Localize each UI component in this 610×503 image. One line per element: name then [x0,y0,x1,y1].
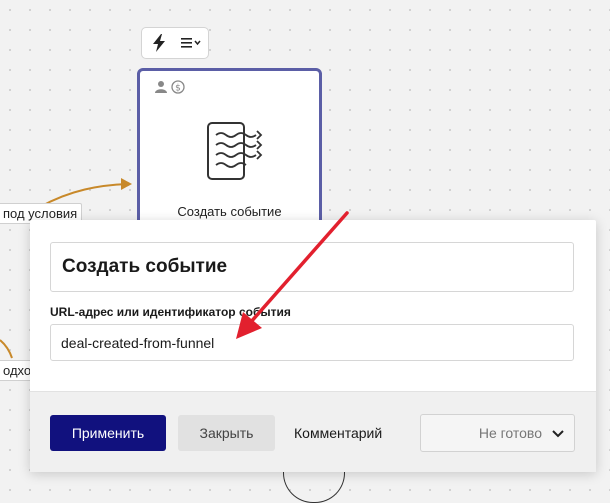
lightning-icon[interactable] [145,30,173,56]
chevron-down-icon [552,425,564,441]
svg-text:$: $ [175,84,181,94]
create-event-dialog: Создать событие URL-адрес или идентифика… [30,220,596,472]
close-button[interactable]: Закрыть [178,415,275,451]
status-select[interactable]: Не готово [420,414,575,452]
comment-button[interactable]: Комментарий [288,415,388,451]
event-waves-icon [206,121,264,188]
event-url-input[interactable] [50,324,574,361]
dialog-footer: Применить Закрыть Комментарий Не готово [30,391,596,472]
apply-button[interactable]: Применить [50,415,166,451]
url-field-label: URL-адрес или идентификатор события [50,305,291,319]
node-toolbar [141,27,209,59]
dollar-icon: $ [171,80,185,99]
list-dropdown-icon[interactable] [178,30,206,56]
node-top-icons: $ [154,80,185,99]
event-node[interactable]: $ Создать событие [137,68,322,238]
node-title: Создать событие [177,204,282,219]
dialog-title[interactable]: Создать событие [50,242,574,292]
user-icon [154,80,168,99]
status-value: Не готово [478,425,542,441]
